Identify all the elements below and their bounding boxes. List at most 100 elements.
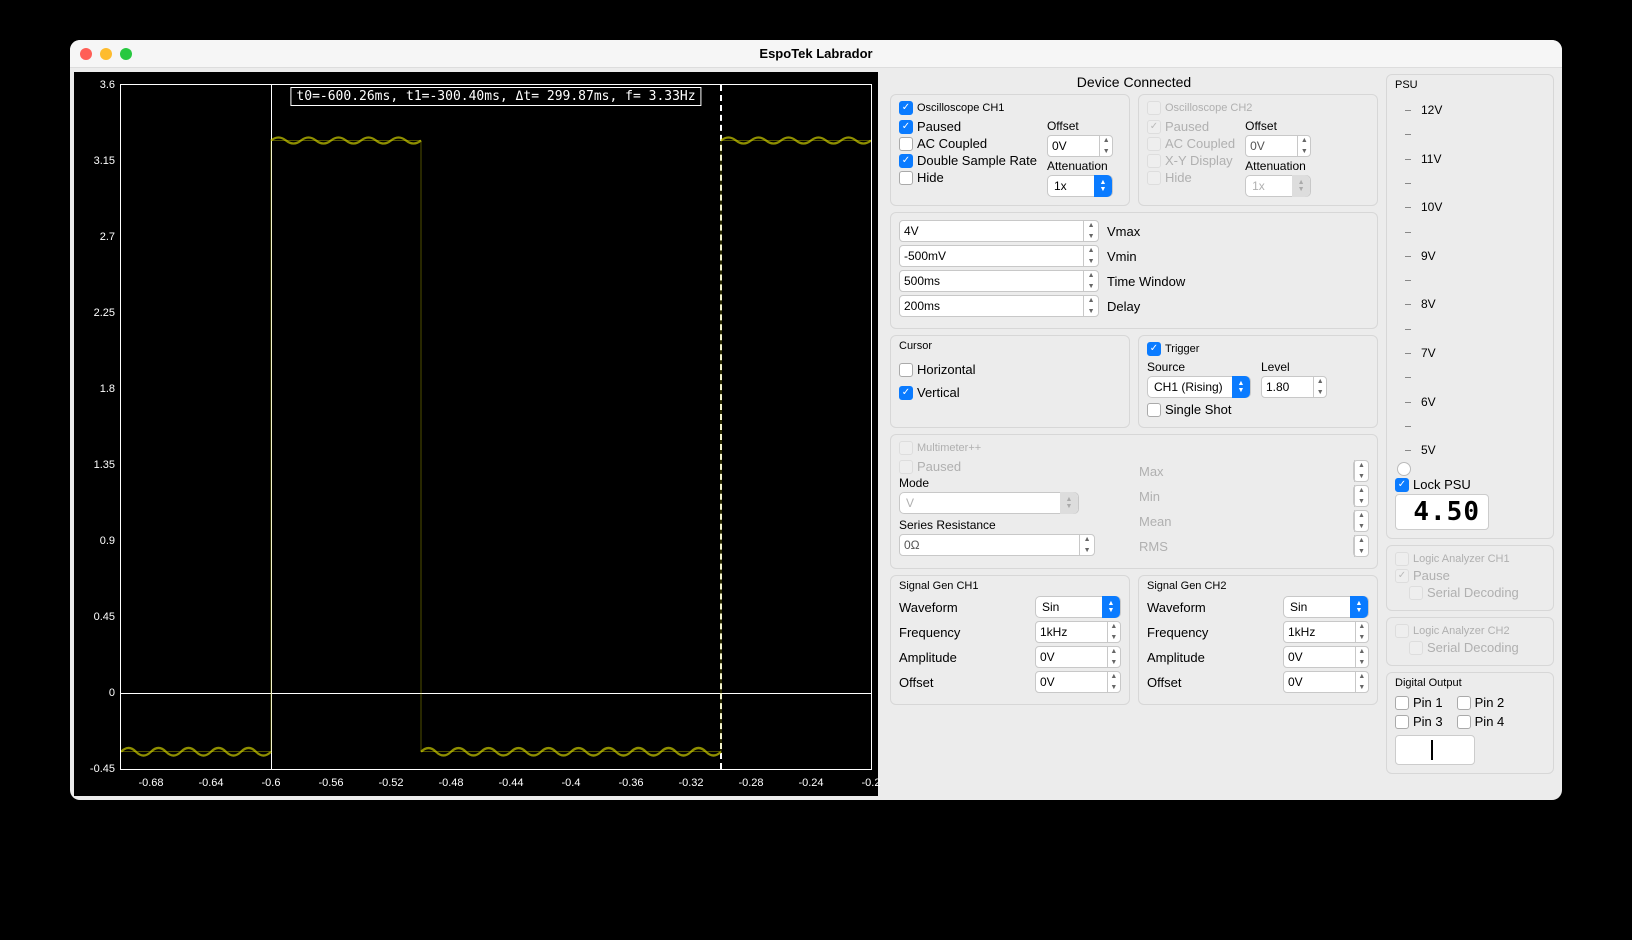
osc2-enable[interactable]: Oscilloscope CH2: [1147, 101, 1369, 115]
osc1-paused[interactable]: Paused: [899, 119, 1037, 134]
la2-serial-decoding: Serial Decoding: [1409, 640, 1545, 655]
psu-slider[interactable]: 12V 11V 10V 9V 8V 7V 6V 5V: [1399, 95, 1449, 469]
psu-tick: 11V: [1421, 152, 1441, 166]
osc1-hide[interactable]: Hide: [899, 170, 1037, 185]
delay-input[interactable]: ▲▼: [899, 295, 1099, 317]
cursor-vertical[interactable]: Vertical: [899, 385, 1121, 400]
psu-tick: 6V: [1421, 395, 1436, 409]
down-arrow-icon[interactable]: ▼: [1100, 146, 1112, 157]
window-title: EspoTek Labrador: [70, 46, 1562, 61]
la1-pause: Pause: [1395, 568, 1545, 583]
signalgen-ch2-group: Signal Gen CH2 WaveformSin▲▼ Frequency▲▼…: [1138, 575, 1378, 705]
do-pin4[interactable]: Pin 4: [1457, 714, 1505, 729]
digital-output-group: Digital Output Pin 1 Pin 2 Pin 3 Pin 4: [1386, 672, 1554, 774]
osc2-accoupled: AC Coupled: [1147, 136, 1235, 151]
cursor-title: Cursor: [899, 340, 1121, 352]
mm-sres-input: ▲▼: [899, 534, 1095, 556]
select-arrow-icon[interactable]: ▲▼: [1350, 596, 1368, 618]
osc2-atten-label: Attenuation: [1245, 159, 1311, 173]
delay-label: Delay: [1107, 299, 1140, 314]
up-arrow-icon[interactable]: ▲: [1100, 135, 1112, 146]
mm-mode-select: V▲▼: [899, 492, 1079, 514]
trigger-source-label: Source: [1147, 360, 1251, 374]
sg1-waveform-label: Waveform: [899, 600, 979, 615]
osc2-xydisplay: X-Y Display: [1147, 153, 1235, 168]
scope-plot[interactable]: t0=-600.26ms, t1=-300.40ms, Δt= 299.87ms…: [120, 84, 872, 770]
sg2-title: Signal Gen CH2: [1147, 580, 1369, 592]
sg1-frequency-input[interactable]: ▲▼: [1035, 621, 1121, 643]
psu-lock[interactable]: Lock PSU: [1395, 477, 1545, 492]
psu-title: PSU: [1395, 79, 1545, 91]
psu-tick: 12V: [1421, 103, 1442, 117]
osc1-offset-input[interactable]: ▲▼: [1047, 135, 1113, 157]
vmax-input[interactable]: ▲▼: [899, 220, 1099, 242]
osc1-enable-checkbox[interactable]: [899, 101, 913, 115]
mm-paused: Paused: [899, 459, 1129, 474]
do-pin2[interactable]: Pin 2: [1457, 695, 1505, 710]
ytick: 0: [81, 687, 115, 699]
osc1-atten-select[interactable]: 1x▲▼: [1047, 175, 1113, 197]
osc1-doublesr[interactable]: Double Sample Rate: [899, 153, 1037, 168]
signalgen-ch1-group: Signal Gen CH1 WaveformSin▲▼ Frequency▲▼…: [890, 575, 1130, 705]
ytick: 0.45: [81, 611, 115, 623]
do-pin3[interactable]: Pin 3: [1395, 714, 1443, 729]
digital-output-display: [1395, 735, 1475, 765]
trigger-singleshot[interactable]: Single Shot: [1147, 402, 1251, 417]
vmax-label: Vmax: [1107, 224, 1140, 239]
sg2-amplitude-input[interactable]: ▲▼: [1283, 646, 1369, 668]
do-pin1[interactable]: Pin 1: [1395, 695, 1443, 710]
osc1-enable[interactable]: Oscilloscope CH1: [899, 101, 1121, 115]
ytick: -0.45: [81, 763, 115, 775]
psu-voltage-display: 4.50: [1395, 494, 1489, 530]
psu-tick: 7V: [1421, 346, 1436, 360]
cursor-group: Cursor Horizontal Vertical: [890, 335, 1130, 428]
sg1-waveform-select[interactable]: Sin▲▼: [1035, 596, 1121, 618]
sg1-offset-input[interactable]: ▲▼: [1035, 671, 1121, 693]
logic-analyzer-ch2-group: Logic Analyzer CH2 Serial Decoding: [1386, 617, 1554, 666]
ytick: 1.35: [81, 459, 115, 471]
trigger-level-input[interactable]: ▲▼: [1261, 376, 1327, 398]
vmin-label: Vmin: [1107, 249, 1137, 264]
multimeter-enable[interactable]: Multimeter++: [899, 441, 1369, 455]
psu-tick: 5V: [1421, 443, 1436, 457]
select-arrow-icon[interactable]: ▲▼: [1094, 175, 1112, 197]
scope-display[interactable]: t0=-600.26ms, t1=-300.40ms, Δt= 299.87ms…: [74, 72, 878, 796]
up-arrow-icon[interactable]: ▲: [1084, 220, 1098, 231]
sg1-amplitude-input[interactable]: ▲▼: [1035, 646, 1121, 668]
trigger-enable[interactable]: Trigger: [1147, 342, 1369, 356]
la2-enable[interactable]: Logic Analyzer CH2: [1395, 624, 1545, 638]
osc2-offset-label: Offset: [1245, 119, 1311, 133]
do-title: Digital Output: [1395, 677, 1545, 689]
titlebar: EspoTek Labrador: [70, 40, 1562, 68]
trigger-source-select[interactable]: CH1 (Rising)▲▼: [1147, 376, 1251, 398]
sg1-offset-label: Offset: [899, 675, 979, 690]
vmin-input[interactable]: ▲▼: [899, 245, 1099, 267]
sg2-frequency-input[interactable]: ▲▼: [1283, 621, 1369, 643]
ytick: 1.8: [81, 383, 115, 395]
down-arrow-icon[interactable]: ▼: [1084, 231, 1098, 242]
mm-rms-label: RMS: [1139, 539, 1179, 554]
la1-serial-decoding: Serial Decoding: [1409, 585, 1545, 600]
select-arrow-icon[interactable]: ▲▼: [1102, 596, 1120, 618]
osc1-accoupled[interactable]: AC Coupled: [899, 136, 1037, 151]
range-group: ▲▼ Vmax ▲▼ Vmin ▲▼ Time Window ▲▼ Delay: [890, 212, 1378, 329]
mm-mode-label: Mode: [899, 476, 1129, 490]
timewin-label: Time Window: [1107, 274, 1185, 289]
la1-enable[interactable]: Logic Analyzer CH1: [1395, 552, 1545, 566]
select-arrow-icon[interactable]: ▲▼: [1232, 376, 1250, 398]
sg2-offset-input[interactable]: ▲▼: [1283, 671, 1369, 693]
ytick: 2.25: [81, 307, 115, 319]
sg2-frequency-label: Frequency: [1147, 625, 1227, 640]
sg2-waveform-select[interactable]: Sin▲▼: [1283, 596, 1369, 618]
osc2-paused: Paused: [1147, 119, 1235, 134]
osc1-offset-label: Offset: [1047, 119, 1113, 133]
cursor-horizontal[interactable]: Horizontal: [899, 362, 1121, 377]
mm-max-value: ▲▼: [1353, 460, 1369, 482]
app-window: EspoTek Labrador t0=-600.26ms, t1=-300.4…: [70, 40, 1562, 800]
osc1-atten-label: Attenuation: [1047, 159, 1113, 173]
trigger-group: Trigger Source CH1 (Rising)▲▼ Single Sho…: [1138, 335, 1378, 428]
ytick: 0.9: [81, 535, 115, 547]
psu-slider-knob[interactable]: [1397, 462, 1411, 476]
timewin-input[interactable]: ▲▼: [899, 270, 1099, 292]
ytick: 3.6: [81, 79, 115, 91]
